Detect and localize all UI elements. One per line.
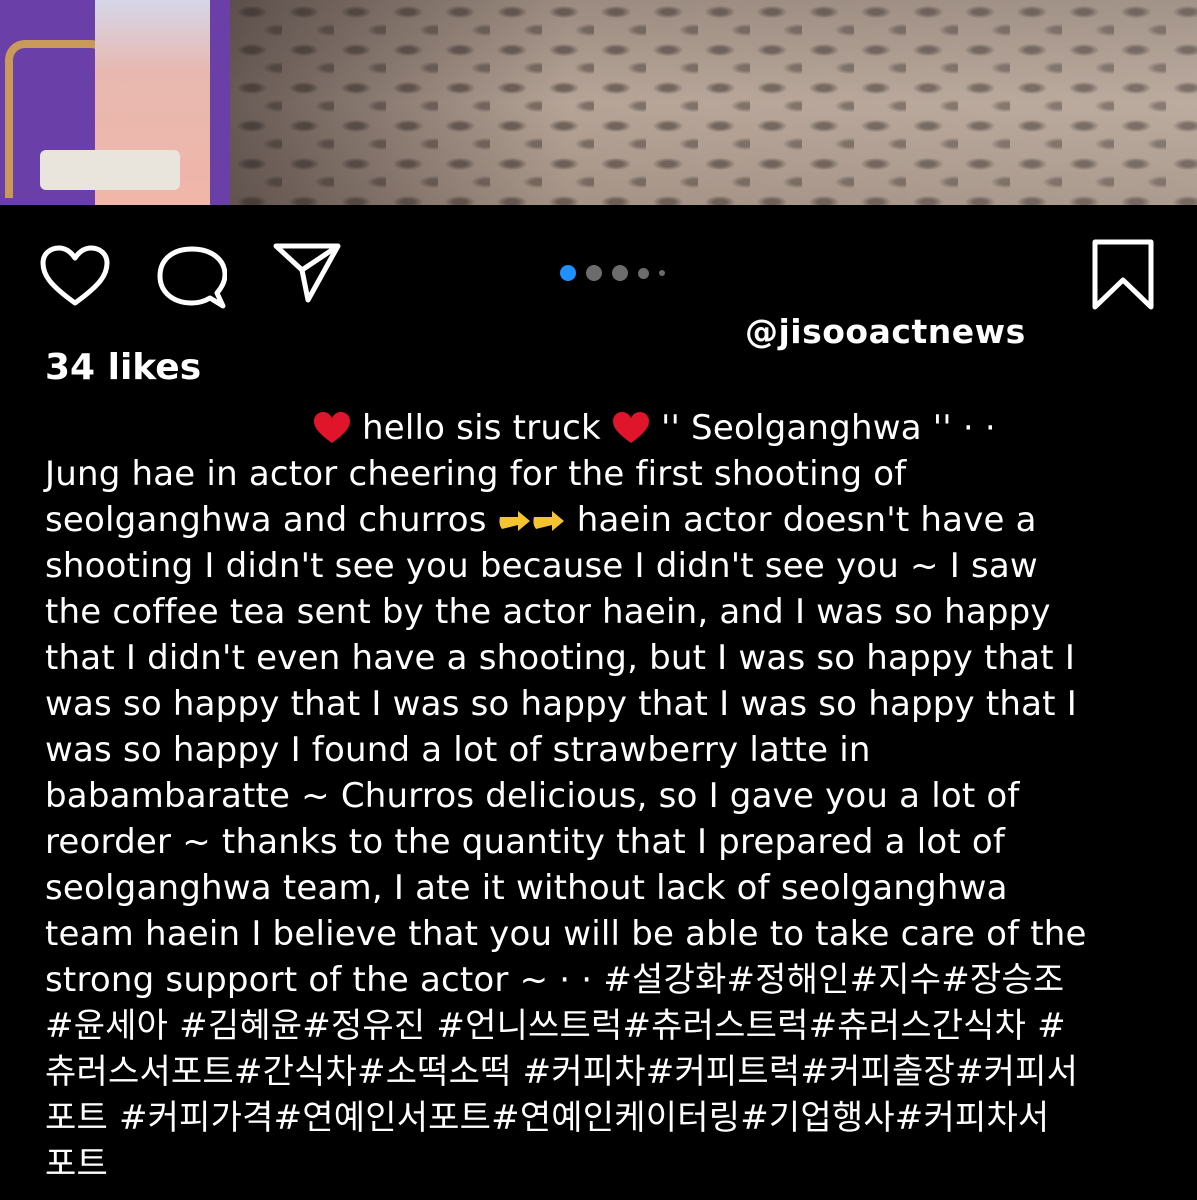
caption-line: 츄러스서포트#간식차#소떡소떡 #커피차#커피트럭#커피출장#커피서	[45, 1052, 1079, 1092]
caption-line: #윤세아 #김혜윤#정유진 #언니쓰트럭#츄러스트럭#츄러스간식차 #	[45, 1006, 1066, 1046]
caption-line: 포트	[45, 1144, 108, 1184]
carousel-indicator	[560, 265, 665, 281]
watermark: @jisooactnews	[745, 312, 1026, 351]
post-photo[interactable]	[0, 0, 1197, 205]
bookmark-icon[interactable]	[1090, 238, 1156, 312]
caption-line: strong support of the actor ~ · · #설강화#정…	[45, 960, 1065, 1000]
caption-line: shooting I didn't see you because I didn…	[45, 546, 1038, 586]
caption-text: '' Seolganghwa '' · ·	[660, 408, 996, 448]
caption-line: hello sis truck '' Seolganghwa '' · ·	[45, 405, 1160, 451]
caption-line: the coffee tea sent by the actor haein, …	[45, 592, 1051, 632]
comment-icon[interactable]	[157, 245, 227, 310]
heart-icon[interactable]	[40, 245, 110, 307]
caption-text: seolganghwa and churros	[45, 500, 487, 540]
caption-line: babambaratte ~ Churros delicious, so I g…	[45, 776, 1020, 816]
caption-line: seolganghwa team, I ate it without lack …	[45, 868, 1008, 908]
pointing-hand-icon	[499, 511, 530, 531]
carousel-dot-active	[560, 265, 576, 281]
caption-line: 포트 #커피가격#연예인서포트#연예인케이터링#기업행사#커피차서	[45, 1098, 1050, 1138]
carousel-dot	[612, 265, 628, 281]
post-caption: hello sis truck '' Seolganghwa '' · · Ju…	[45, 405, 1160, 1187]
caption-line: reorder ~ thanks to the quantity that I …	[45, 822, 1006, 862]
pavement	[230, 0, 1197, 205]
caption-line: Jung hae in actor cheering for the first…	[45, 454, 907, 494]
carousel-dot	[659, 270, 665, 276]
carousel-dot	[638, 267, 649, 279]
caption-line: was so happy that I was so happy that I …	[45, 684, 1077, 724]
red-heart-icon	[612, 412, 649, 443]
red-heart-icon	[314, 412, 350, 443]
caption-text: hello sis truck	[362, 408, 601, 448]
caption-line: was so happy I found a lot of strawberry…	[45, 730, 871, 770]
caption-line: that I didn't even have a shooting, but …	[45, 638, 1076, 678]
pointing-hand-icon	[533, 511, 564, 531]
caption-line: team haein I believe that you will be ab…	[45, 914, 1087, 954]
truck-wheel	[40, 150, 180, 190]
caption-line: seolganghwa and churros haein actor does…	[45, 497, 1160, 543]
caption-text: haein actor doesn't have a	[576, 500, 1037, 540]
likes-count[interactable]: 34 likes	[45, 347, 201, 388]
carousel-dot	[586, 265, 602, 281]
share-icon[interactable]	[272, 240, 342, 305]
